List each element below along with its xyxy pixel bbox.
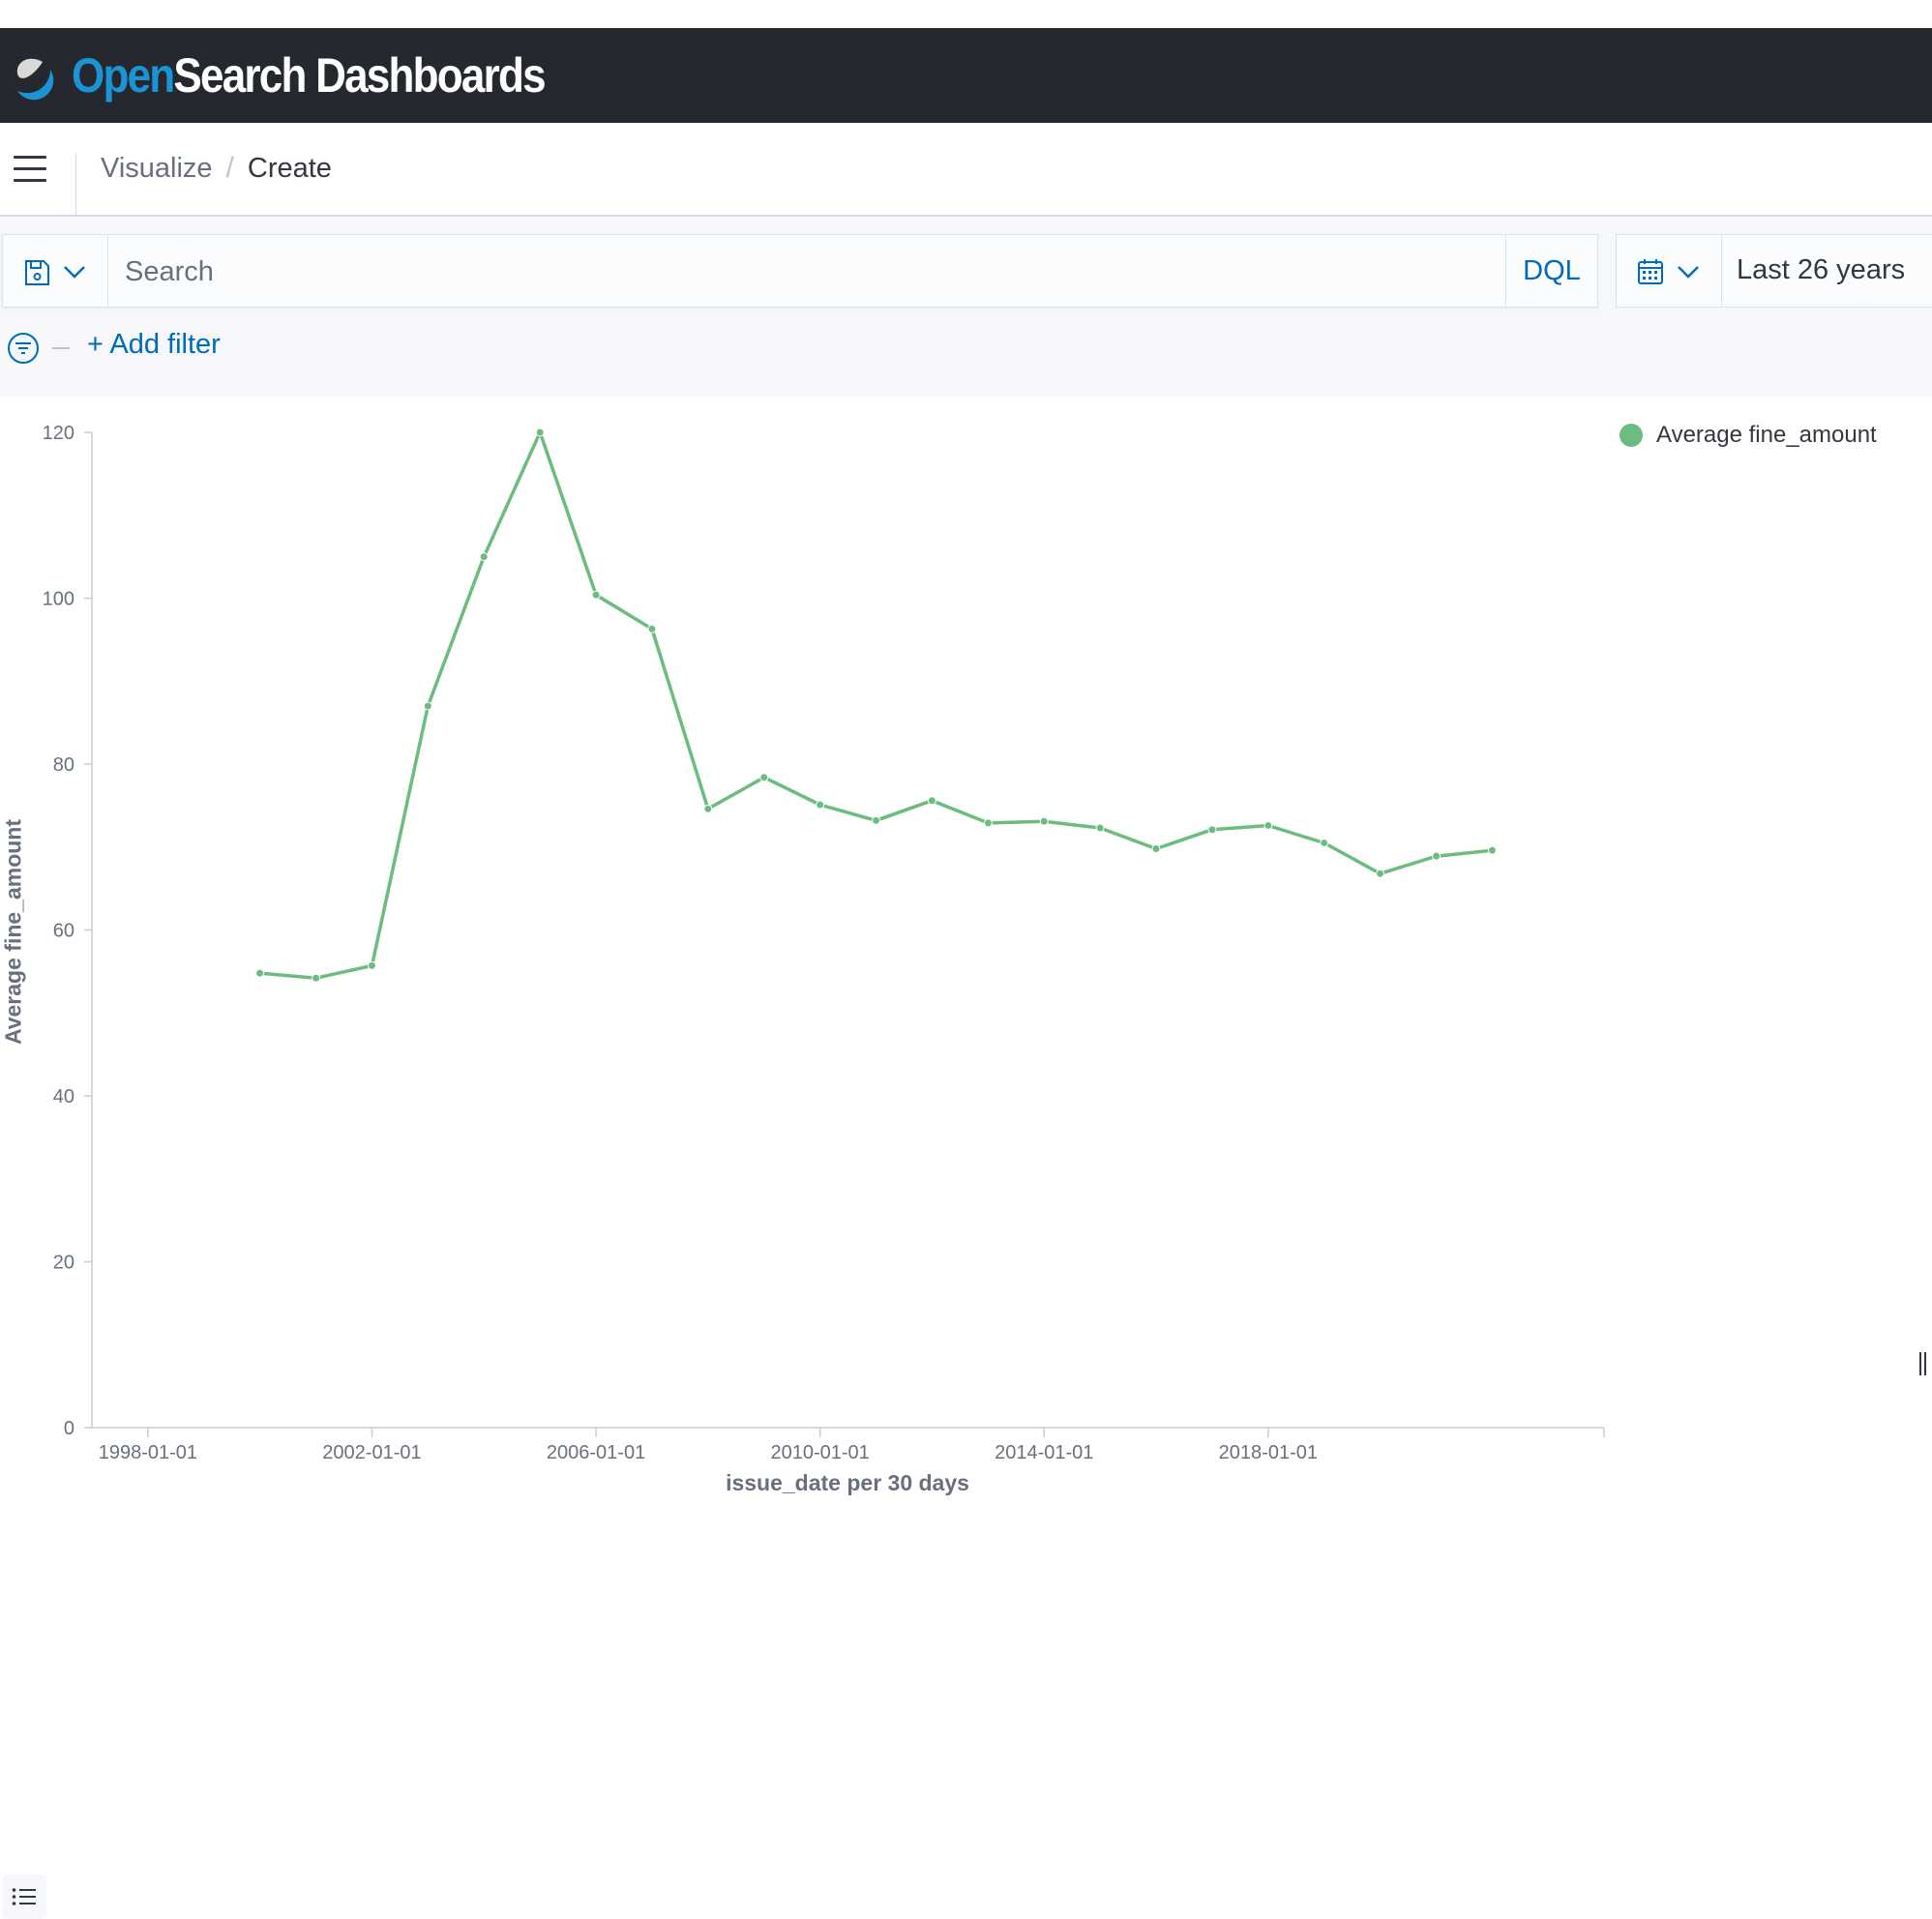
breadcrumb-create: Create — [247, 152, 332, 184]
data-point — [1263, 820, 1273, 830]
x-tick-label: 2018-01-01 — [1219, 1442, 1318, 1463]
chevron-down-icon — [1678, 266, 1699, 279]
data-point — [1487, 845, 1497, 855]
data-point — [312, 973, 321, 983]
data-point — [1151, 843, 1161, 853]
data-point — [1376, 869, 1385, 878]
data-point — [759, 773, 769, 782]
logo-text-rest: Search Dashboards — [173, 48, 546, 103]
legend-resize-handle[interactable] — [1919, 1352, 1929, 1375]
visualization-panel: 0 20 40 60 80 100 120 1998-01-01 2002-01-01 2006-… — [0, 397, 1926, 1919]
data-point — [1039, 816, 1049, 826]
data-point — [647, 624, 657, 634]
x-tick-label: 1998-01-01 — [99, 1442, 197, 1463]
date-picker: Last 26 years — [1616, 234, 1932, 308]
y-axis-title: Average fine_amount — [0, 818, 26, 1046]
top-header: OpenSearch Dashboards — [0, 28, 1932, 123]
line-chart: 0 20 40 60 80 100 120 1998-01-01 2002-01-01 2006-… — [43, 423, 1605, 1463]
breadcrumb-separator: / — [225, 152, 234, 184]
filter-options-button[interactable] — [6, 331, 41, 366]
breadcrumb-visualize[interactable]: Visualize — [101, 153, 213, 185]
legend-item[interactable]: Average fine_amount — [1620, 422, 1877, 449]
saved-queries-button[interactable] — [3, 235, 108, 307]
data-point — [816, 800, 825, 810]
query-language-button[interactable]: DQL — [1505, 235, 1597, 307]
data-point — [1207, 825, 1217, 835]
data-point — [1320, 838, 1329, 847]
data-point — [591, 590, 601, 600]
y-tick-label: 40 — [53, 1086, 74, 1107]
list-icon — [12, 1888, 36, 1905]
data-point — [983, 818, 993, 828]
toggle-data-table-button[interactable] — [2, 1875, 46, 1919]
data-point — [1432, 851, 1442, 861]
save-icon — [25, 260, 49, 285]
legend-label: Average fine_amount — [1656, 422, 1877, 448]
navigation-bar: Visualize / Create — [0, 123, 1932, 217]
breadcrumb: Visualize / Create — [101, 152, 332, 185]
data-point — [367, 960, 376, 970]
search-input[interactable] — [123, 251, 1481, 293]
data-point — [703, 804, 713, 813]
data-point — [255, 968, 265, 978]
opensearch-dashboards-logo[interactable]: OpenSearch Dashboards — [8, 42, 609, 109]
data-point — [927, 796, 936, 806]
quick-date-menu-button[interactable] — [1617, 235, 1722, 307]
legend-color-dot — [1620, 424, 1643, 447]
y-tick-label: 20 — [53, 1253, 74, 1274]
logo-wordmark: OpenSearch Dashboards — [72, 48, 547, 103]
y-tick-label: 120 — [43, 423, 74, 444]
data-point — [535, 428, 545, 437]
x-tick-label: 2014-01-01 — [995, 1442, 1093, 1463]
logo-text-open: Open — [72, 48, 175, 103]
calendar-icon — [1638, 259, 1663, 284]
y-tick-label: 100 — [43, 589, 74, 610]
x-tick-label: 2010-01-01 — [770, 1442, 869, 1463]
query-bar: DQL — [2, 234, 1598, 308]
query-bar-area: DQL Last 26 years — [0, 217, 1932, 397]
y-tick-label: 60 — [53, 921, 74, 942]
add-filter-button[interactable]: + Add filter — [87, 329, 221, 361]
filter-icon — [8, 333, 39, 364]
opensearch-logo-icon — [16, 58, 54, 101]
data-point — [872, 815, 881, 825]
y-tick-label: 0 — [64, 1418, 74, 1439]
data-point — [1095, 823, 1105, 833]
data-point — [423, 701, 432, 711]
y-tick-label: 80 — [53, 754, 74, 776]
data-point — [479, 552, 489, 562]
series-line — [259, 430, 1493, 980]
filter-separator — [52, 347, 70, 349]
x-tick-label: 2002-01-01 — [322, 1442, 421, 1463]
x-axis-title: issue_date per 30 days — [726, 1470, 969, 1495]
nav-divider — [75, 154, 76, 216]
chevron-down-icon — [64, 266, 85, 279]
time-range-display[interactable]: Last 26 years — [1737, 254, 1905, 286]
x-tick-label: 2006-01-01 — [547, 1442, 645, 1463]
hamburger-menu-icon[interactable] — [14, 156, 46, 183]
